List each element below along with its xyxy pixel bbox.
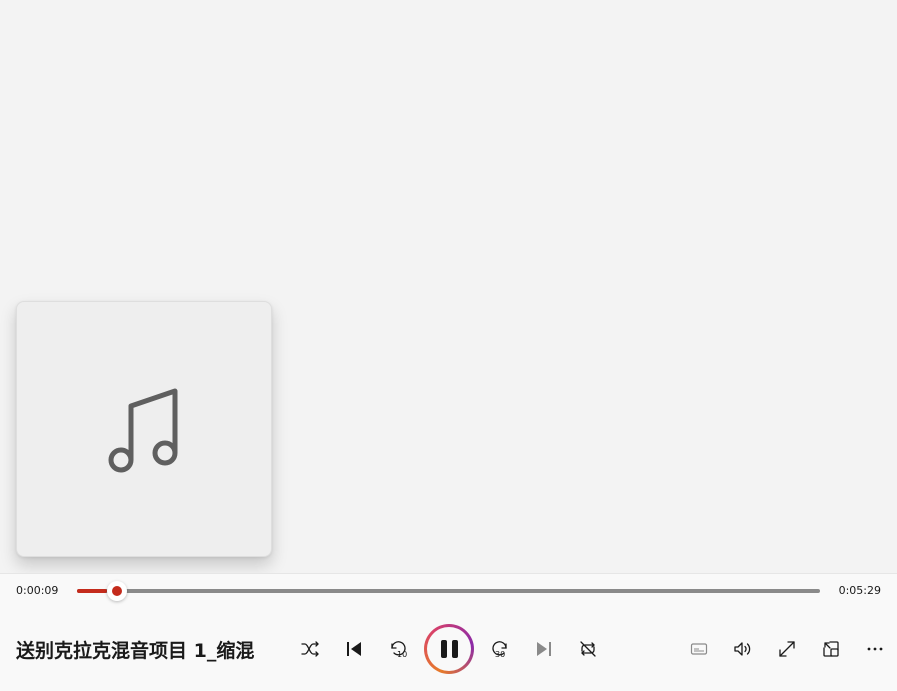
seek-fill xyxy=(77,589,107,593)
volume-icon xyxy=(734,642,751,656)
current-time: 0:00:09 xyxy=(16,584,59,597)
miniplayer-icon xyxy=(823,641,839,657)
duration: 0:05:29 xyxy=(838,584,881,597)
more-button[interactable] xyxy=(857,631,893,667)
repeat-button[interactable] xyxy=(570,631,606,667)
seek-slider[interactable] xyxy=(77,581,820,601)
seek-track xyxy=(77,589,820,593)
volume-button[interactable] xyxy=(725,631,761,667)
captions-icon xyxy=(690,643,708,655)
play-pause-button[interactable] xyxy=(424,624,474,674)
previous-icon xyxy=(347,642,361,656)
album-art xyxy=(16,301,272,557)
music-note-icon xyxy=(108,388,178,473)
skip-back-label: 10 xyxy=(397,650,407,659)
shuffle-button[interactable] xyxy=(292,631,328,667)
skip-forward-label: 30 xyxy=(495,650,505,659)
track-title: 送别克拉克混音项目 1_缩混 xyxy=(16,640,255,662)
captions-button[interactable] xyxy=(681,631,717,667)
transport-bar: 0:00:09 0:05:29 送别克拉克混音项目 1_缩混 10 30 xyxy=(0,573,897,691)
pause-icon xyxy=(427,627,471,671)
next-icon xyxy=(537,642,551,656)
next-button[interactable] xyxy=(526,631,562,667)
fullscreen-button[interactable] xyxy=(769,631,805,667)
previous-button[interactable] xyxy=(336,631,372,667)
miniplayer-button[interactable] xyxy=(813,631,849,667)
skip-forward-button[interactable]: 30 xyxy=(482,631,518,667)
fullscreen-icon xyxy=(779,641,795,657)
repeat-off-icon xyxy=(580,641,596,657)
seek-thumb[interactable] xyxy=(107,581,127,601)
skip-forward-30-icon: 30 xyxy=(492,641,507,659)
skip-back-button[interactable]: 10 xyxy=(380,631,416,667)
shuffle-icon xyxy=(301,641,319,657)
more-icon xyxy=(867,647,883,651)
skip-back-10-icon: 10 xyxy=(391,641,407,659)
